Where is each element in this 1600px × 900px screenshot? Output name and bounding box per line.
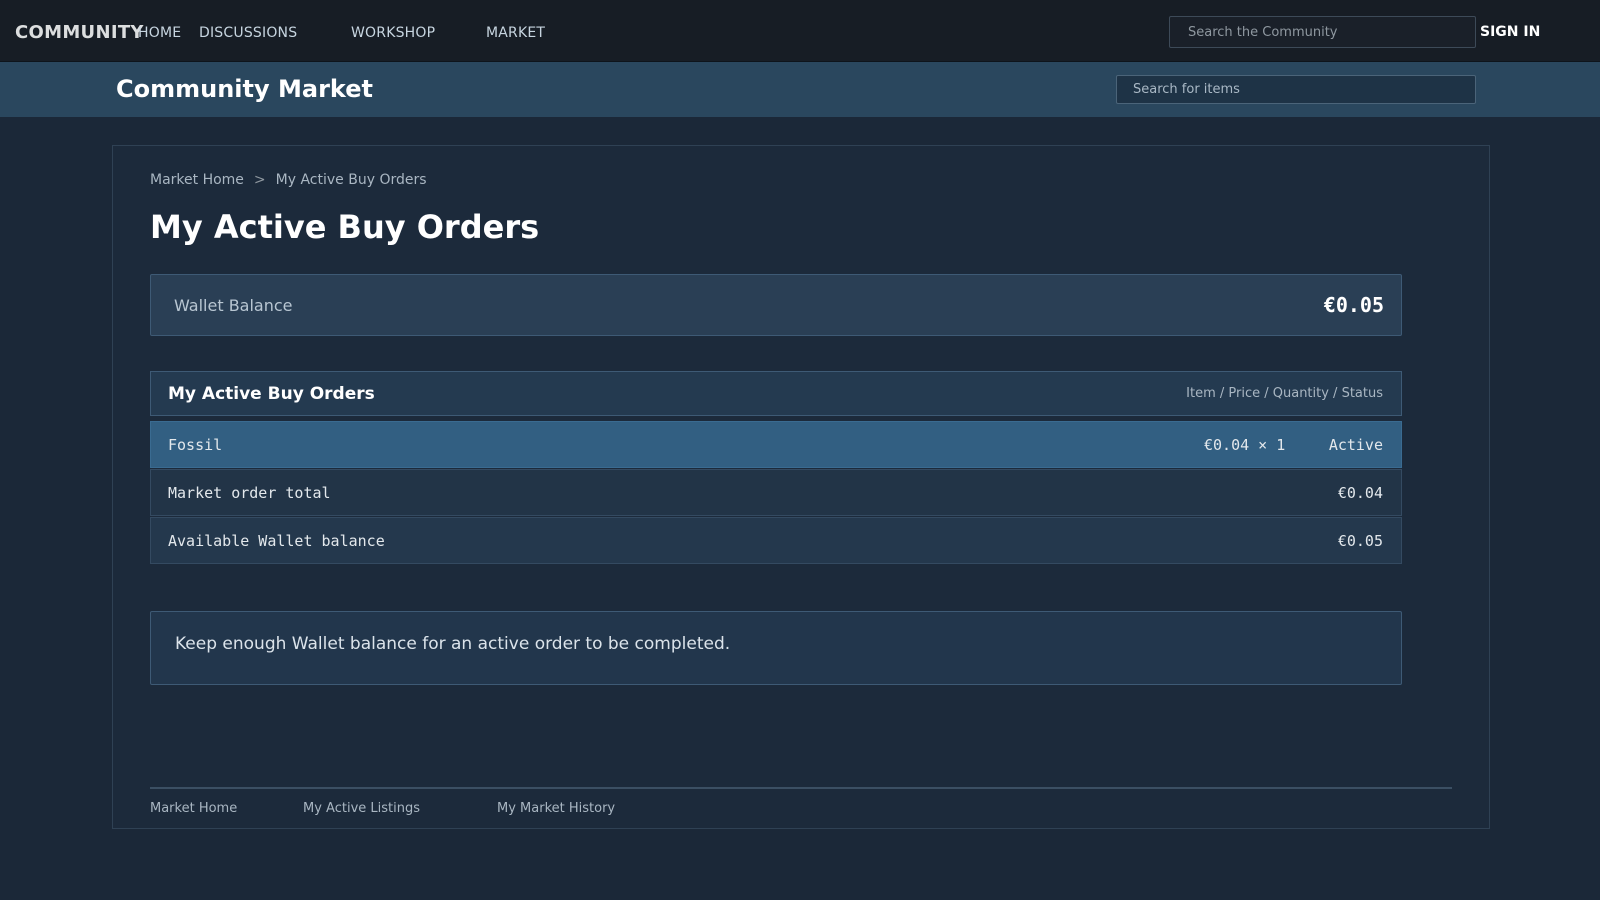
item-search-input[interactable] — [1116, 75, 1476, 104]
order-total-value: €0.04 — [1337, 484, 1383, 502]
footer-divider — [150, 787, 1452, 789]
market-title[interactable]: Community Market — [116, 75, 373, 103]
wallet-balance-value: €0.05 — [1323, 293, 1384, 317]
order-status: Active — [1328, 436, 1383, 454]
available-balance-value: €0.05 — [1337, 532, 1383, 550]
wallet-balance-box: Wallet Balance €0.05 — [150, 274, 1402, 336]
wallet-balance-label: Wallet Balance — [174, 296, 293, 315]
market-header: Community Market — [0, 62, 1600, 117]
top-nav-bar: COMMUNITY HOME DISCUSSIONS WORKSHOP MARK… — [0, 0, 1600, 62]
brand-logo[interactable]: COMMUNITY — [15, 22, 144, 43]
breadcrumb: Market Home > My Active Buy Orders — [150, 172, 427, 188]
footer-link-market-history[interactable]: My Market History — [497, 801, 615, 816]
footer-link-active-listings[interactable]: My Active Listings — [303, 801, 420, 816]
orders-table-title: My Active Buy Orders — [168, 384, 375, 404]
content-panel: Market Home > My Active Buy Orders My Acti… — [112, 145, 1490, 829]
order-total-label: Market order total — [168, 484, 331, 502]
order-price-quantity: €0.04 × 1 — [1204, 436, 1286, 454]
wallet-note-text: Keep enough Wallet balance for an active… — [175, 634, 731, 654]
page-title: My Active Buy Orders — [150, 208, 540, 246]
breadcrumb-separator: > — [253, 172, 266, 188]
nav-discussions[interactable]: DISCUSSIONS — [199, 25, 297, 41]
nav-market[interactable]: MARKET — [486, 25, 545, 41]
buy-order-row[interactable]: Fossil €0.04 × 1 Active — [150, 421, 1402, 468]
orders-table-header: My Active Buy Orders Item / Price / Quan… — [150, 371, 1402, 416]
wallet-note-box: Keep enough Wallet balance for an active… — [150, 611, 1402, 685]
sign-in-link[interactable]: SIGN IN — [1480, 24, 1540, 40]
nav-workshop[interactable]: WORKSHOP — [351, 25, 435, 41]
nav-home[interactable]: HOME — [138, 25, 181, 41]
available-balance-label: Available Wallet balance — [168, 532, 385, 550]
breadcrumb-market-home[interactable]: Market Home — [150, 172, 244, 188]
orders-column-headers: Item / Price / Quantity / Status — [1186, 386, 1383, 401]
available-balance-row: Available Wallet balance €0.05 — [150, 517, 1402, 564]
order-total-row: Market order total €0.04 — [150, 469, 1402, 516]
community-search-input[interactable] — [1169, 16, 1476, 48]
footer-link-market-home[interactable]: Market Home — [150, 801, 237, 816]
order-item-name[interactable]: Fossil — [168, 436, 222, 454]
breadcrumb-active-buy-orders[interactable]: My Active Buy Orders — [276, 172, 427, 188]
